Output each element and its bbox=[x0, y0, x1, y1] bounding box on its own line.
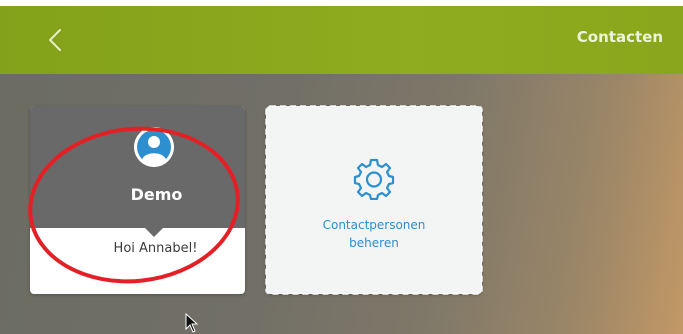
manage-label-line2: beheren bbox=[349, 236, 399, 250]
mouse-cursor-icon bbox=[185, 313, 199, 333]
manage-label-line1: Contactpersonen bbox=[322, 218, 426, 232]
chevron-left-icon bbox=[49, 29, 61, 51]
contact-name: Demo bbox=[130, 185, 183, 204]
contact-greeting: Hoi Annabel! bbox=[113, 241, 198, 256]
page-title: Contacten bbox=[576, 28, 663, 46]
back-button[interactable] bbox=[38, 18, 78, 62]
gear-icon bbox=[353, 158, 395, 200]
manage-contacts-label: Contactpersonen beheren bbox=[266, 216, 482, 252]
manage-contacts-card[interactable]: Contactpersonen beheren bbox=[265, 105, 483, 295]
contact-card-demo[interactable]: Demo Hoi Annabel! bbox=[30, 106, 245, 294]
app-header: Contacten bbox=[0, 6, 683, 74]
user-avatar-icon bbox=[134, 127, 174, 167]
contact-card-header: Demo bbox=[30, 106, 245, 228]
speech-pointer bbox=[145, 228, 163, 237]
